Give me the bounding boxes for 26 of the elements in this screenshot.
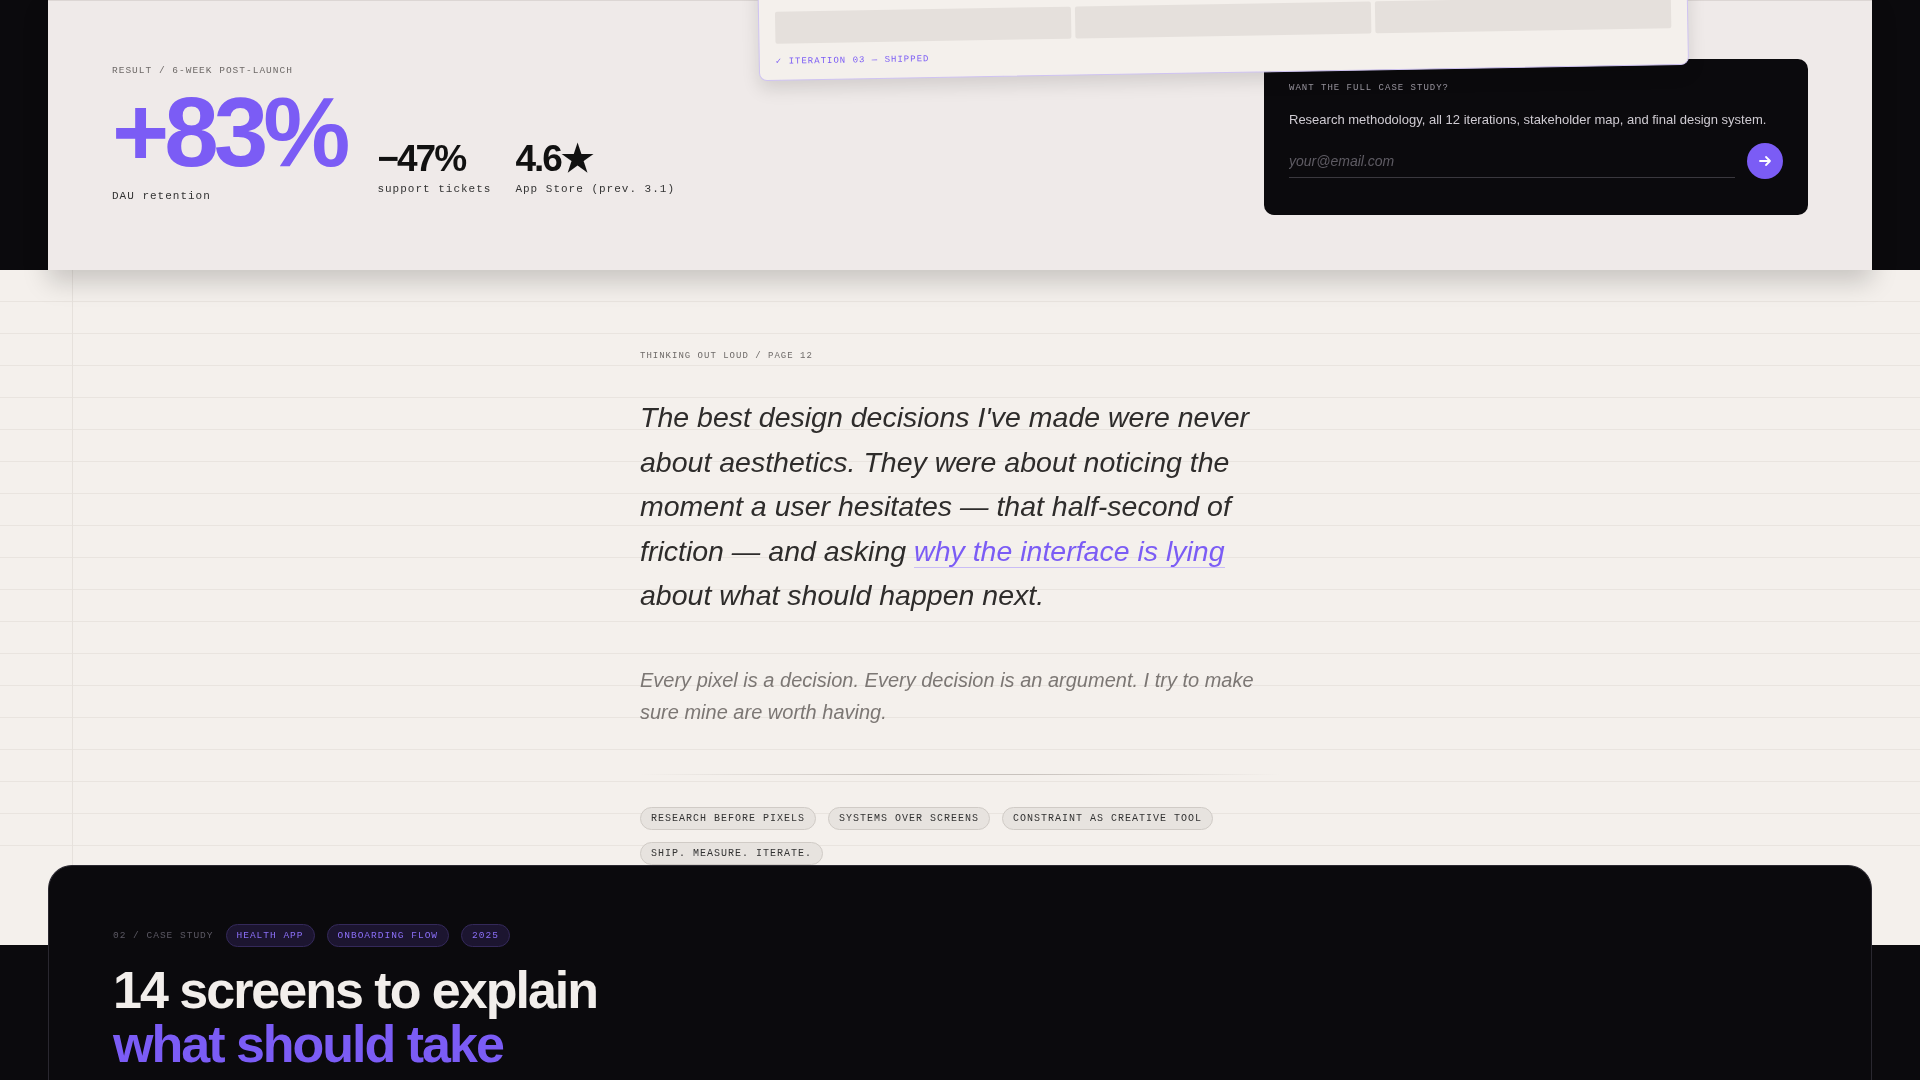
tag: HEALTH APP [225, 924, 315, 947]
tag: CONSTRAINT AS CREATIVE TOOL [1002, 806, 1214, 830]
iteration-status: ✓ ITERATION 03 — SHIPPED [775, 53, 931, 67]
stat-caption: support tickets [377, 183, 492, 195]
cta-text: Research methodology, all 12 iterations, stakeholder map, and final design system. [1289, 112, 1768, 127]
tag: RESEARCH BEFORE PIXELS [640, 806, 817, 830]
email-field[interactable]: your@email.com [1289, 144, 1735, 178]
case-title: 14 screens to explain [113, 963, 599, 1017]
stat-value: +83% [112, 82, 347, 182]
tag: SYSTEMS OVER SCREENS [828, 806, 991, 830]
tag: ONBOARDING FLOW [326, 924, 450, 947]
cta-title: WANT THE FULL CASE STUDY? [1289, 83, 1451, 93]
tag: SHIP. MEASURE. ITERATE. [640, 841, 824, 865]
stat-caption: DAU retention [112, 190, 212, 202]
quote-text: The best design decisions I've made were never about aesthetics. They were about noticing the moment a user hesitates — that half-second of friction — and asking why the interface is lying about what should happen next. [640, 400, 1251, 613]
section-label: RESULT / 6-WEEK POST-LAUNCH [112, 65, 294, 76]
arrow-right-icon [1758, 154, 1772, 168]
case-label: 02 / CASE STUDY [113, 930, 214, 941]
quote-link[interactable]: why the interface is lying [914, 534, 1225, 568]
stat-value: 4.6★ [515, 139, 594, 179]
tag: 2025 [461, 924, 510, 947]
stat-value: −47% [377, 139, 467, 179]
submit-button[interactable] [1747, 143, 1783, 179]
section-label: THINKING OUT LOUD / PAGE 12 [640, 351, 814, 361]
stat-caption: App Store (prev. 3.1) [515, 183, 676, 195]
aside-text: Every pixel is a decision. Every decision is an argument. I try to make sure mine are worth having. [640, 667, 1255, 725]
